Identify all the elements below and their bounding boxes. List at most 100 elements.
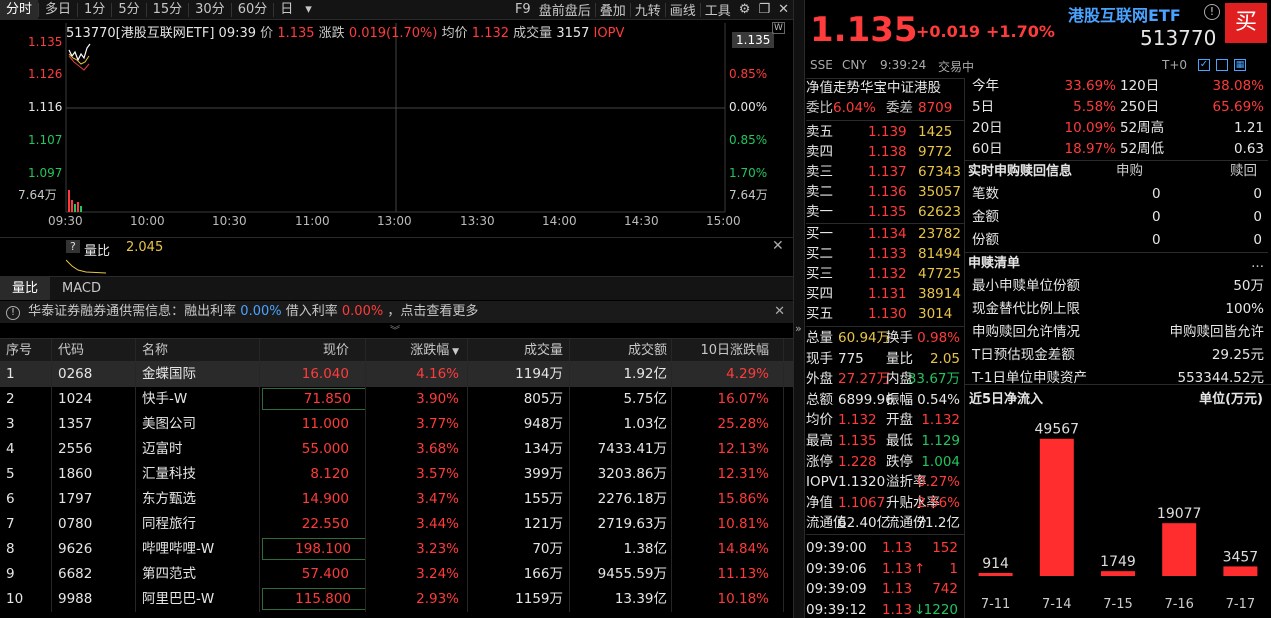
row-change-pct: 4.16%: [366, 362, 468, 387]
inflow-bar[interactable]: [1101, 571, 1135, 576]
tab-intraday[interactable]: 分时: [0, 0, 39, 20]
order-level[interactable]: 买三 1.132 47725: [806, 264, 962, 284]
f9-button[interactable]: F9: [511, 2, 535, 17]
buy-button[interactable]: 买: [1225, 3, 1267, 43]
checkbox-icon[interactable]: ✓: [1198, 59, 1210, 71]
y-right-label: 0.00%: [729, 100, 768, 114]
intraday-chart[interactable]: [0, 20, 793, 236]
col-10d-change[interactable]: 10日涨跌幅: [672, 339, 784, 361]
margin-notice-bar[interactable]: ! 华泰证券融券通供需信息：融出利率 0.00% 借入利率 0.00% ，点击查…: [0, 301, 793, 323]
gear-icon[interactable]: ⚙: [735, 2, 755, 17]
inflow-bar[interactable]: [1223, 566, 1258, 576]
tab-day[interactable]: 日: [274, 0, 299, 20]
inflow-bar[interactable]: [1162, 523, 1197, 576]
pre-post-market-button[interactable]: 盘前盘后: [535, 0, 595, 19]
col-change-pct[interactable]: 涨跌幅 ▼: [366, 339, 468, 361]
stat-value: 2.05: [929, 350, 960, 367]
tab-multiday[interactable]: 多日: [39, 0, 77, 20]
more-periods-button[interactable]: ▾: [299, 0, 318, 20]
notice-mid: 借入利率: [285, 304, 338, 319]
table-row[interactable]: 8 9626 哔哩哔哩-W 198.100 3.23% 70万 1.38亿 14.84%: [0, 537, 793, 562]
row-code: 2556: [52, 437, 136, 462]
col-price[interactable]: 现价: [260, 339, 366, 361]
info-icon[interactable]: !: [1204, 4, 1220, 20]
help-icon[interactable]: ?: [66, 240, 80, 253]
chart-settings-icon[interactable]: W: [772, 22, 785, 34]
row-index: 10: [0, 587, 52, 612]
stat-value: 0.54%: [917, 391, 960, 408]
panel-splitter[interactable]: »: [793, 0, 805, 618]
order-level[interactable]: 卖五 1.139 1425: [806, 122, 962, 142]
col-volume[interactable]: 成交量: [468, 339, 570, 361]
tools-button[interactable]: 工具: [701, 0, 735, 19]
order-level[interactable]: 卖二 1.136 35057: [806, 182, 962, 202]
col-index[interactable]: 序号: [0, 339, 52, 361]
table-row[interactable]: 1 0268 金蝶国际 16.040 4.16% 1194万 1.92亿 4.29%: [0, 362, 793, 387]
tab-15min[interactable]: 15分: [147, 0, 189, 20]
tick-row: 09:39:09 1.13 742: [806, 579, 962, 599]
stat-row: 总额 6899.96 振幅 0.54%: [806, 390, 962, 410]
order-level[interactable]: 买二 1.133 81494: [806, 244, 962, 264]
inflow-bar[interactable]: [978, 573, 1013, 576]
stat-row: 流通值 62.40亿 流通份 71.2亿: [806, 513, 962, 533]
stat-row: 净值 1.1067 升贴水率 2.56%: [806, 493, 962, 513]
row-volume: 1194万: [468, 362, 570, 387]
perf-value: 33.69%: [1064, 78, 1116, 94]
draw-line-button[interactable]: 画线: [666, 0, 700, 19]
chevron-down-icon[interactable]: ︾: [390, 322, 400, 337]
order-level[interactable]: 卖四 1.138 9772: [806, 142, 962, 162]
row-name: 快手-W: [136, 387, 260, 412]
restore-window-icon[interactable]: ❐: [754, 2, 774, 17]
close-icon[interactable]: ✕: [772, 238, 784, 254]
perf-value: 65.69%: [1212, 99, 1264, 115]
order-level[interactable]: 卖一 1.135 62623: [806, 202, 962, 222]
row-price: 8.120: [260, 462, 366, 487]
table-row[interactable]: 4 2556 迈富时 55.000 3.68% 134万 7433.41万 12.13%: [0, 437, 793, 462]
tick-time: 09:39:00: [806, 540, 867, 556]
col-turnover[interactable]: 成交额: [570, 339, 672, 361]
level-volume: 47725: [918, 266, 961, 282]
window-icon[interactable]: [1216, 59, 1228, 71]
table-row[interactable]: 10 9988 阿里巴巴-W 115.800 2.93% 1159万 13.39亿 10.18…: [0, 587, 793, 612]
close-icon[interactable]: ✕: [774, 2, 793, 17]
table-row[interactable]: 7 0780 同程旅行 22.550 3.44% 121万 2719.63万 10.81%: [0, 512, 793, 537]
realtime-red-value: 0: [1253, 209, 1262, 225]
overlay-button[interactable]: 叠加: [596, 0, 630, 19]
level-volume: 67343: [918, 164, 961, 180]
level-label: 买五: [806, 306, 833, 322]
close-icon[interactable]: ✕: [774, 301, 785, 323]
level-price: 1.136: [868, 184, 907, 200]
col-code[interactable]: 代码: [52, 339, 136, 361]
quote-time: 9:39:24: [880, 58, 927, 72]
creation-list-header: 申赎清单 ...: [968, 252, 1264, 275]
tick-volume: 1: [949, 560, 958, 577]
table-row[interactable]: 6 1797 东方甄选 14.900 3.47% 155万 2276.18万 15.86%: [0, 487, 793, 512]
nine-turn-button[interactable]: 九转: [631, 0, 665, 19]
table-row[interactable]: 5 1860 汇量科技 8.120 3.57% 399万 3203.86万 12.31%: [0, 462, 793, 487]
grid-icon[interactable]: ▦: [1234, 59, 1246, 71]
table-row[interactable]: 3 1357 美图公司 11.000 3.77% 948万 1.03亿 25.28%: [0, 412, 793, 437]
col-name[interactable]: 名称: [136, 339, 260, 361]
table-row[interactable]: 2 1024 快手-W 71.850 3.90% 805万 5.75亿 16.07%: [0, 387, 793, 412]
nav-trend-label[interactable]: 净值走势: [806, 80, 860, 96]
realtime-col-red: 赎回: [1230, 163, 1257, 179]
inflow-bar[interactable]: [1039, 438, 1074, 576]
tick-volume: 742: [932, 581, 958, 597]
tab-30min[interactable]: 30分: [189, 0, 231, 20]
tab-5min[interactable]: 5分: [112, 0, 145, 20]
order-level[interactable]: 买一 1.134 23782: [806, 224, 962, 244]
tab-1min[interactable]: 1分: [78, 0, 111, 20]
order-level[interactable]: 买五 1.130 3014: [806, 304, 962, 324]
row-turnover: 3203.86万: [570, 462, 672, 487]
more-button[interactable]: ...: [1251, 252, 1264, 275]
expand-icon[interactable]: »: [795, 322, 802, 335]
row-index: 1: [0, 362, 52, 387]
row-turnover: 2719.63万: [570, 512, 672, 537]
tab-60min[interactable]: 60分: [232, 0, 274, 20]
order-level[interactable]: 卖三 1.137 67343: [806, 162, 962, 182]
order-level[interactable]: 买四 1.131 38914: [806, 284, 962, 304]
tab-volume-ratio[interactable]: 量比: [0, 277, 51, 300]
table-row[interactable]: 9 6682 第四范式 57.400 3.24% 166万 9455.59万 11.13%: [0, 562, 793, 587]
tab-macd[interactable]: MACD: [50, 277, 113, 300]
realtime-label: 份额: [972, 232, 999, 248]
